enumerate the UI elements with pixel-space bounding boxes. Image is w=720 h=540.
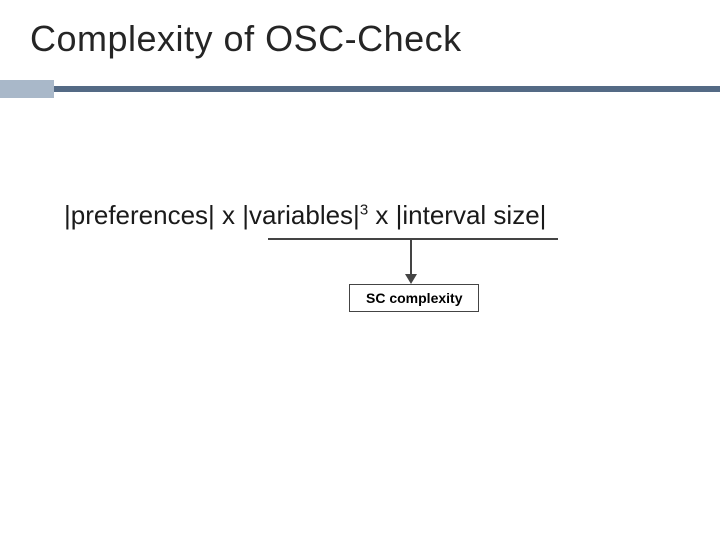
formula-part-1: |preferences| x |variables| [64,200,360,230]
accent-box [0,80,54,98]
title-area: Complexity of OSC-Check [0,0,720,66]
callout-box: SC complexity [349,284,479,312]
accent-row [0,80,720,98]
formula-exponent: 3 [360,201,368,218]
arrow-bar [268,238,558,240]
accent-line [54,86,720,92]
slide: Complexity of OSC-Check |preferences| x … [0,0,720,540]
arrow-head-icon [405,274,417,284]
arrow-stem [410,238,412,276]
slide-title: Complexity of OSC-Check [30,18,690,60]
complexity-formula: |preferences| x |variables|3 x |interval… [64,200,546,231]
formula-part-2: x |interval size| [368,200,546,230]
content-area: |preferences| x |variables|3 x |interval… [0,98,720,498]
